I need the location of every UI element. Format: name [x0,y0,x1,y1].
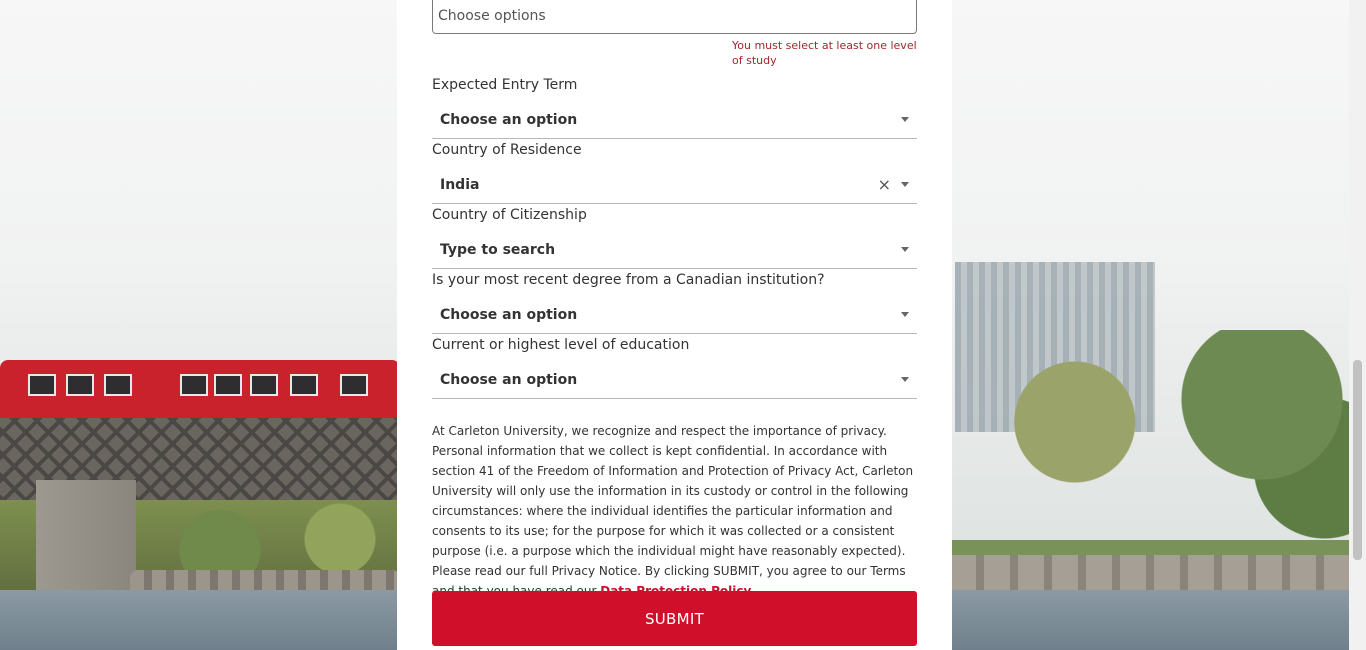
submit-button[interactable]: SUBMIT [432,591,917,646]
chevron-down-icon [901,117,909,122]
canadian-degree-label: Is your most recent degree from a Canadi… [432,272,825,288]
chevron-down-icon [901,247,909,252]
country-of-residence-value: India [440,176,480,193]
chevron-down-icon [901,312,909,317]
canadian-degree-select[interactable]: Choose an option [432,296,917,334]
entry-term-select[interactable]: Choose an option [432,101,917,139]
entry-term-field: Expected Entry Term Choose an option [432,75,917,139]
education-level-label: Current or highest level of education [432,337,690,353]
canadian-degree-field: Is your most recent degree from a Canadi… [432,270,917,334]
clear-icon[interactable]: × [878,175,891,194]
entry-term-value: Choose an option [440,111,578,128]
entry-term-label: Expected Entry Term [432,77,578,93]
country-of-residence-field: Country of Residence India × [432,140,917,204]
background-train [0,360,400,418]
education-level-select[interactable]: Choose an option [432,361,917,399]
chevron-down-icon [901,182,909,187]
page-scrollbar[interactable] [1349,0,1366,650]
chevron-down-icon [901,377,909,382]
education-level-field: Current or highest level of education Ch… [432,335,917,399]
level-of-study-error: You must select at least one level of st… [732,39,917,67]
country-of-citizenship-select[interactable]: Type to search [432,231,917,269]
background-trees-right [950,330,1366,560]
canadian-degree-value: Choose an option [440,306,578,323]
scrollbar-thumb[interactable] [1353,360,1362,560]
privacy-notice: At Carleton University, we recognize and… [432,421,917,601]
education-level-value: Choose an option [440,371,578,388]
privacy-text: At Carleton University, we recognize and… [432,424,914,598]
country-of-citizenship-label: Country of Citizenship [432,207,587,223]
level-of-study-multiselect[interactable]: Choose options [432,0,917,34]
country-of-residence-select[interactable]: India × [432,166,917,204]
form-panel: Choose options You must select at least … [397,0,952,650]
country-of-citizenship-field: Country of Citizenship Type to search [432,205,917,269]
country-of-citizenship-value: Type to search [440,241,556,258]
country-of-residence-label: Country of Residence [432,142,582,158]
